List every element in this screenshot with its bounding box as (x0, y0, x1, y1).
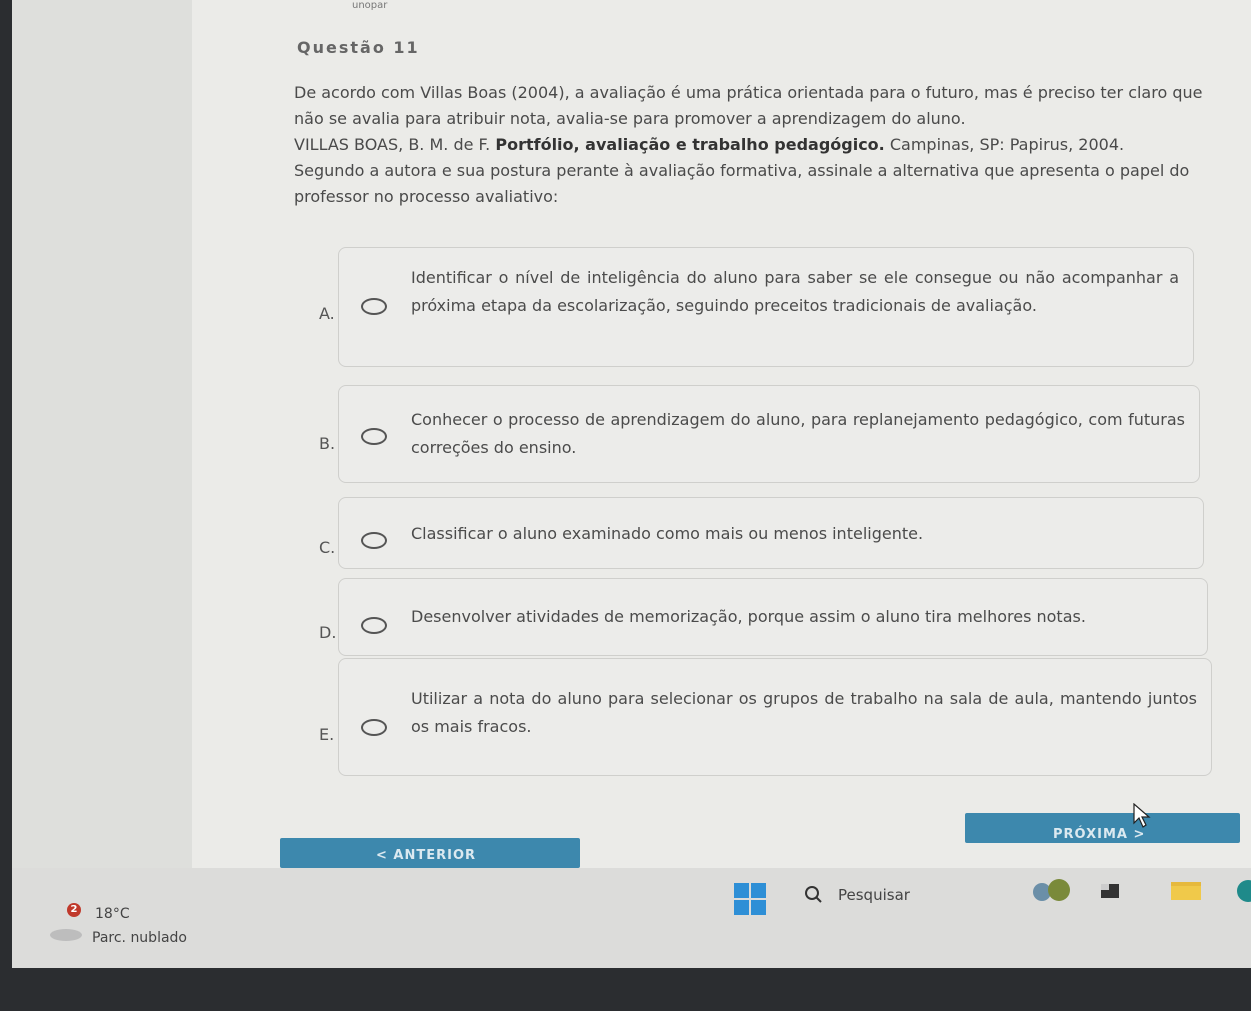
browser-icon[interactable] (1230, 876, 1251, 906)
temperature-text: 18°C (95, 906, 130, 922)
option-text: Classificar o aluno examinado como mais … (411, 524, 924, 543)
radio-button-icon[interactable] (361, 532, 387, 549)
reference-authors: VILLAS BOAS, B. M. de F. (294, 135, 491, 154)
question-label: Questão 11 (297, 38, 420, 57)
reference-publisher: Campinas, SP: Papirus, 2004. (889, 135, 1125, 154)
radio-button-icon[interactable] (361, 298, 387, 315)
search-icon (805, 886, 822, 903)
previous-button[interactable]: < ANTERIOR (280, 838, 580, 868)
windows-start-icon[interactable] (734, 883, 766, 915)
taskbar: 2 18°C Parc. nublado Pesquisar (12, 868, 1251, 968)
option-e[interactable]: E. Utilizar a nota do aluno para selecio… (319, 658, 1212, 776)
weather-condition-text: Parc. nublado (92, 930, 187, 946)
option-letter: C. (319, 538, 336, 557)
radio-button-icon[interactable] (361, 617, 387, 634)
mouse-cursor-icon (1133, 803, 1151, 828)
option-c[interactable]: C. Classificar o aluno examinado como ma… (319, 497, 1204, 569)
option-letter: A. (319, 304, 335, 323)
task-view-icon[interactable] (1097, 876, 1127, 906)
screen: unopar Questão 11 De acordo com Villas B… (12, 0, 1251, 968)
question-reference: VILLAS BOAS, B. M. de F. Portfólio, aval… (294, 132, 1234, 158)
question-paragraph-1: De acordo com Villas Boas (2004), a aval… (294, 83, 1203, 128)
option-text: Identificar o nível de inteligência do a… (411, 268, 1179, 315)
taskbar-search[interactable]: Pesquisar (802, 880, 1022, 910)
option-a[interactable]: A. Identificar o nível de inteligência d… (319, 247, 1194, 367)
option-d[interactable]: D. Desenvolver atividades de memorização… (319, 578, 1208, 656)
next-button-label: PRÓXIMA > (1053, 827, 1146, 842)
option-text: Conhecer o processo de aprendizagem do a… (411, 410, 1185, 457)
file-explorer-icon[interactable] (1167, 876, 1207, 906)
question-paragraph-2: Segundo a autora e sua postura perante à… (294, 161, 1190, 206)
next-button[interactable]: PRÓXIMA > (965, 813, 1240, 843)
brand-label: unopar (352, 0, 388, 11)
option-text: Utilizar a nota do aluno para selecionar… (411, 689, 1197, 736)
radio-button-icon[interactable] (361, 719, 387, 736)
option-letter: B. (319, 434, 336, 453)
previous-button-label: < ANTERIOR (376, 848, 477, 863)
option-letter: E. (319, 725, 335, 744)
reference-title: Portfólio, avaliação e trabalho pedagógi… (495, 135, 885, 154)
option-b[interactable]: B. Conhecer o processo de aprendizagem d… (319, 385, 1200, 483)
radio-button-icon[interactable] (361, 428, 387, 445)
notification-badge: 2 (67, 903, 81, 917)
left-panel (12, 0, 192, 868)
option-text: Desenvolver atividades de memorização, p… (411, 607, 1086, 626)
option-letter: D. (319, 623, 337, 642)
question-stem: De acordo com Villas Boas (2004), a aval… (294, 80, 1234, 210)
widgets-icon[interactable] (1027, 876, 1077, 906)
search-input[interactable]: Pesquisar (838, 886, 910, 904)
